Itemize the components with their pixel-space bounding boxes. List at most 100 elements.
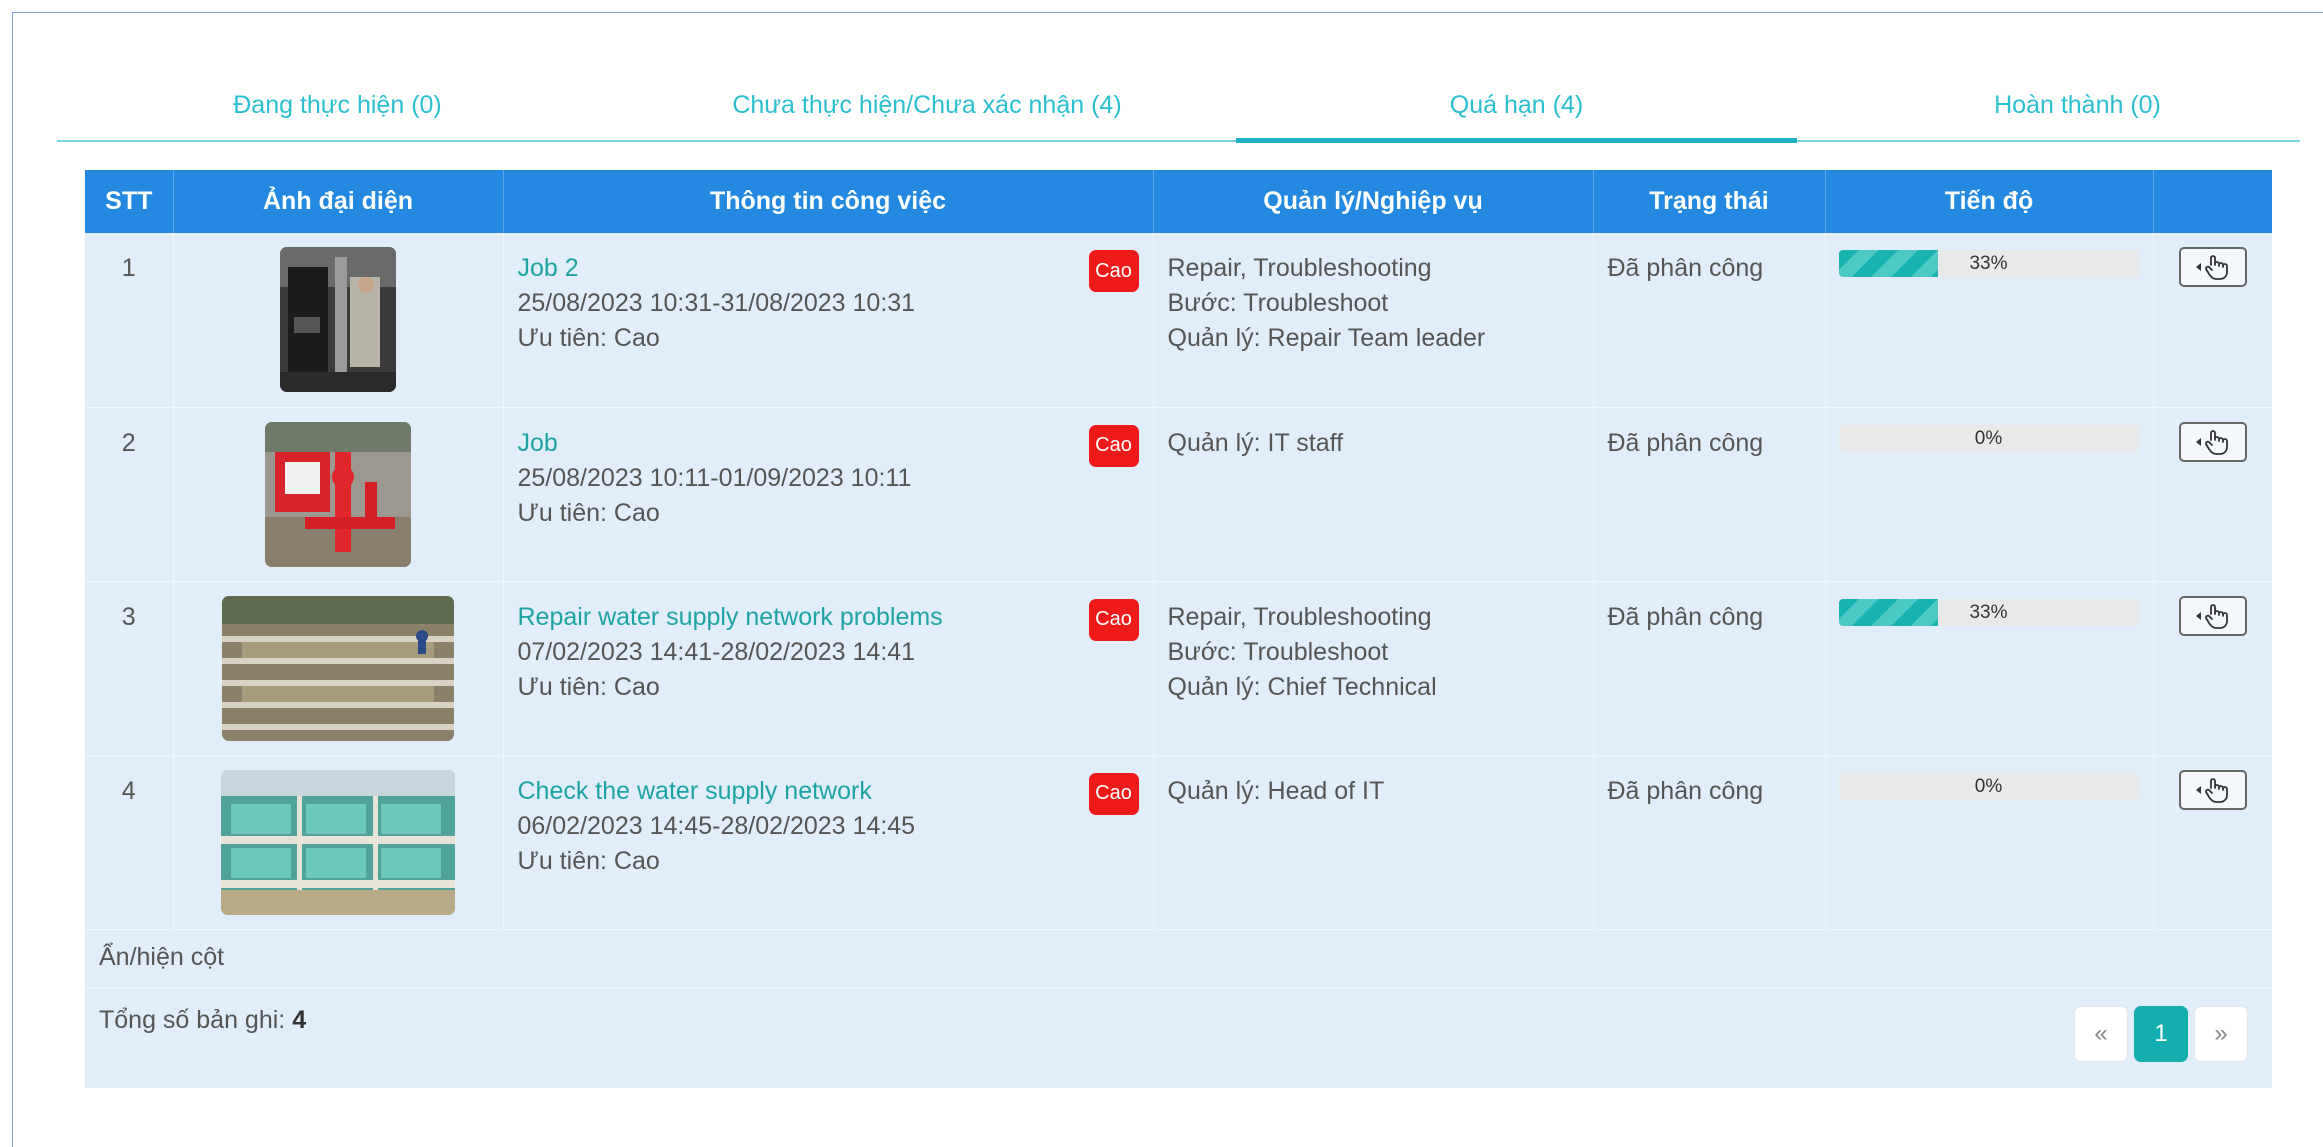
row-stt: 2: [85, 407, 174, 582]
row-action-button[interactable]: [2178, 421, 2247, 462]
progress-bar: 0%: [1838, 772, 2139, 800]
total-value: 4: [292, 1006, 307, 1034]
actions-cell: [2153, 233, 2272, 408]
actions-cell: [2153, 581, 2272, 756]
tab-completed[interactable]: Hoàn thành (0): [1797, 70, 2323, 140]
row-action-button[interactable]: [2178, 769, 2247, 810]
status-cell: Đã phân công: [1593, 407, 1826, 582]
job-title-link[interactable]: Repair water supply network problems: [518, 600, 1139, 635]
row-stt: 4: [85, 755, 174, 930]
row-thumbnail-cell: [173, 755, 504, 930]
manager-cell: Quản lý: IT staff: [1153, 407, 1594, 582]
job-thumbnail[interactable]: [265, 421, 411, 567]
manager-line: Quản lý: Chief Technical: [1167, 672, 1437, 701]
tab-overdue[interactable]: Quá hạn (4): [1236, 70, 1797, 143]
table-row: 1 Job 2 25/08/2023 10:31-31/08/2023 10:3…: [85, 233, 2272, 408]
progress-label: 0%: [1974, 427, 2003, 449]
job-time-range: 06/02/2023 14:45-28/02/2023 14:45: [517, 811, 916, 840]
row-action-button[interactable]: [2178, 595, 2247, 636]
row-stt: 3: [85, 581, 174, 756]
priority-badge: Cao: [1088, 598, 1139, 641]
toggle-columns-link[interactable]: Ẩn/hiện cột: [99, 943, 224, 972]
table-header-row: STT Ảnh đại diện Thông tin công việc Quả…: [85, 170, 2272, 233]
header-manager[interactable]: Quản lý/Nghiệp vụ: [1153, 170, 1594, 233]
tab-in-progress[interactable]: Đang thực hiện (0): [57, 70, 618, 140]
job-info-cell: Check the water supply network 06/02/202…: [503, 755, 1154, 930]
job-thumbnail[interactable]: [222, 595, 454, 741]
row-stt: 1: [85, 233, 174, 408]
header-stt[interactable]: STT: [85, 170, 174, 233]
header-avatar[interactable]: Ảnh đại diện: [173, 170, 504, 233]
progress-label: 0%: [1974, 775, 2003, 797]
manager-line: Quản lý: IT staff: [1167, 428, 1344, 457]
status-cell: Đã phân công: [1593, 233, 1826, 408]
row-action-button[interactable]: [2178, 247, 2247, 287]
progress-bar: 0%: [1838, 424, 2139, 452]
progress-bar: 33%: [1838, 598, 2139, 626]
manager-line: Quản lý: Head of IT: [1167, 776, 1385, 805]
job-thumbnail[interactable]: [221, 769, 455, 915]
tab-not-started[interactable]: Chưa thực hiện/Chưa xác nhận (4): [618, 70, 1236, 140]
priority-badge: Cao: [1088, 250, 1139, 292]
status-cell: Đã phân công: [1593, 755, 1826, 930]
manager-cell: Repair, Troubleshooting Bước: Troublesho…: [1153, 233, 1594, 408]
manager-cell: Quản lý: Head of IT: [1153, 755, 1594, 930]
job-time-range: 07/02/2023 14:41-28/02/2023 14:41: [517, 637, 916, 666]
progress-cell: 33%: [1825, 581, 2154, 756]
manager-line: Bước: Troubleshoot: [1167, 289, 1389, 317]
row-thumbnail-cell: [173, 233, 504, 408]
job-time-range: 25/08/2023 10:31-31/08/2023 10:31: [517, 289, 916, 317]
header-job-info[interactable]: Thông tin công việc: [503, 170, 1154, 233]
job-time-range: 25/08/2023 10:11-01/09/2023 10:11: [517, 463, 912, 492]
job-title-link[interactable]: Job: [518, 426, 1139, 461]
job-title-link[interactable]: Check the water supply network: [518, 774, 1139, 809]
job-thumbnail[interactable]: [280, 247, 396, 392]
actions-cell: [2153, 755, 2272, 930]
job-info-cell: Repair water supply network problems 07/…: [503, 581, 1154, 756]
manager-line: Repair, Troubleshooting: [1167, 254, 1432, 282]
total-label: Tổng số bản ghi:: [99, 1006, 286, 1034]
pagination-prev-button[interactable]: «: [2074, 1006, 2128, 1062]
hand-pointer-icon: [2195, 603, 2228, 629]
row-thumbnail-cell: [173, 581, 504, 756]
row-thumbnail-cell: [173, 407, 504, 582]
job-priority: Ưu tiên: Cao: [517, 672, 660, 701]
pagination-page-button[interactable]: 1: [2134, 1006, 2188, 1062]
table-row: 2 Job 25/08/2023 10:11-01/09/2023 10:11 …: [85, 407, 2272, 582]
manager-cell: Repair, Troubleshooting Bước: Troublesho…: [1153, 581, 1594, 756]
progress-label: 33%: [1969, 253, 2008, 274]
header-status[interactable]: Trạng thái: [1593, 170, 1826, 233]
header-progress[interactable]: Tiến độ: [1825, 170, 2154, 233]
total-records: Tổng số bản ghi: 4: [99, 1006, 306, 1035]
job-priority: Ưu tiên: Cao: [517, 498, 660, 527]
pagination-next-button[interactable]: »: [2194, 1006, 2248, 1062]
priority-badge: Cao: [1088, 772, 1139, 815]
pagination: « 1 »: [2074, 1006, 2248, 1062]
status-cell: Đã phân công: [1593, 581, 1826, 756]
progress-label: 33%: [1969, 601, 2008, 623]
job-priority: Ưu tiên: Cao: [517, 846, 660, 875]
hand-pointer-icon: [2195, 255, 2228, 280]
job-title-link[interactable]: Job 2: [518, 251, 1139, 286]
task-table: STT Ảnh đại diện Thông tin công việc Quả…: [85, 170, 2272, 930]
progress-cell: 0%: [1825, 407, 2154, 582]
table-row: 4 Check the water supply network 06/02/2…: [85, 755, 2272, 930]
table-row: 3 Repair water supply network problems 0…: [85, 581, 2272, 756]
job-priority: Ưu tiên: Cao: [517, 324, 660, 352]
job-info-cell: Job 2 25/08/2023 10:31-31/08/2023 10:31 …: [503, 233, 1154, 408]
manager-line: Repair, Troubleshooting: [1167, 602, 1432, 631]
progress-bar: 33%: [1838, 250, 2139, 277]
status-tabs: Đang thực hiện (0) Chưa thực hiện/Chưa x…: [57, 70, 2300, 143]
manager-line: Quản lý: Repair Team leader: [1167, 324, 1486, 352]
priority-badge: Cao: [1088, 424, 1139, 467]
column-toggle-row: Ẩn/hiện cột: [85, 926, 2272, 989]
header-actions: [2153, 170, 2272, 233]
task-table-panel: STT Ảnh đại diện Thông tin công việc Quả…: [85, 170, 2272, 1088]
actions-cell: [2153, 407, 2272, 582]
job-info-cell: Job 25/08/2023 10:11-01/09/2023 10:11 Ưu…: [503, 407, 1154, 582]
manager-line: Bước: Troubleshoot: [1167, 637, 1389, 666]
hand-pointer-icon: [2195, 777, 2228, 803]
progress-cell: 0%: [1825, 755, 2154, 930]
hand-pointer-icon: [2195, 429, 2228, 455]
progress-cell: 33%: [1825, 233, 2154, 408]
